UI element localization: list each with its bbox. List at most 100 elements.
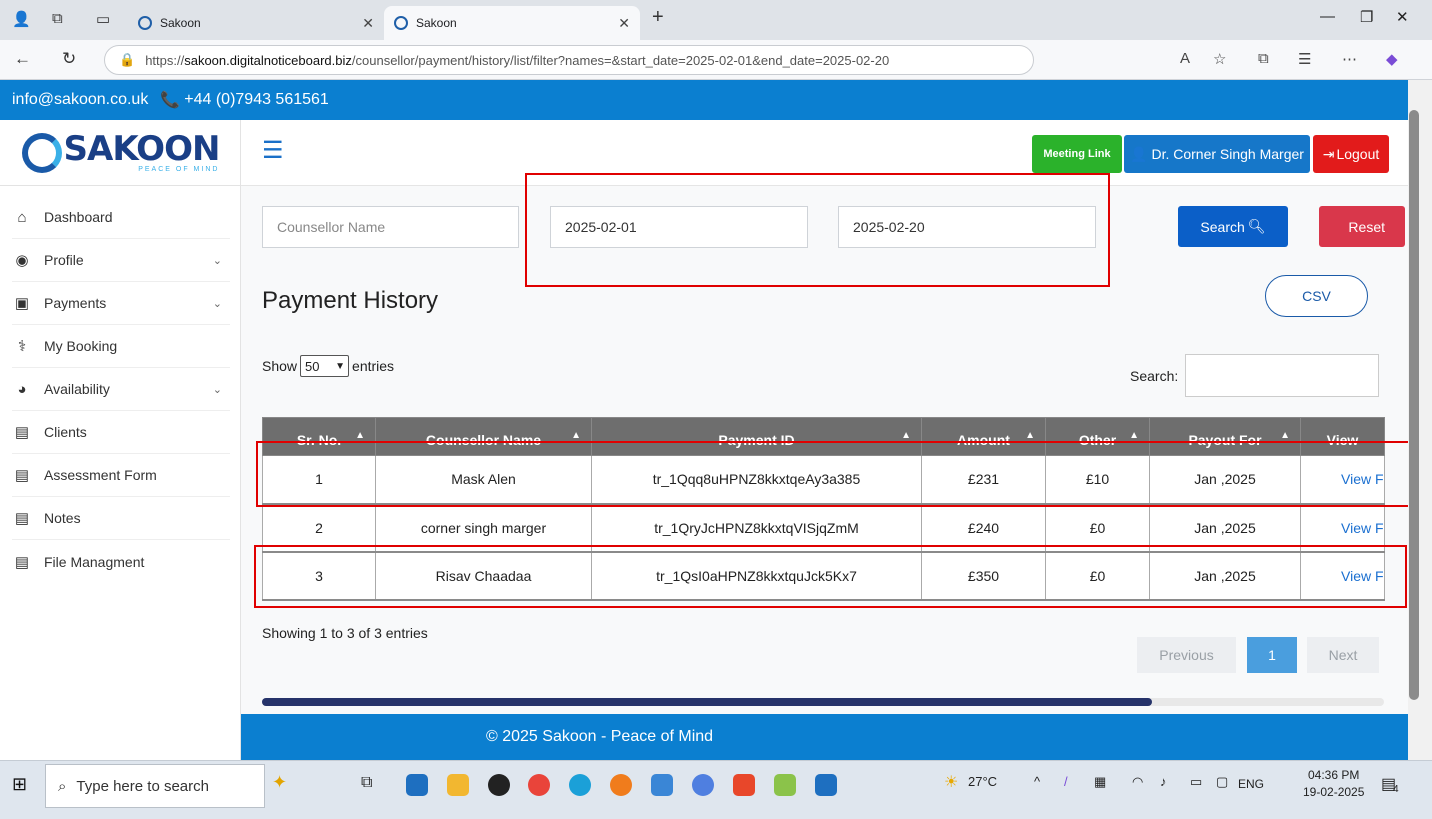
close-tab-icon[interactable]: ✕ (362, 15, 374, 32)
browser-tab-title: Sakoon (416, 16, 457, 30)
more-icon[interactable]: ⋯ (1342, 50, 1357, 68)
search-button[interactable]: Search 🔍︎ (1178, 206, 1288, 247)
app-icon[interactable] (488, 774, 510, 796)
end-date-input[interactable]: 2025-02-20 (838, 206, 1096, 248)
browser-tab-1[interactable]: Sakoon ✕ (128, 6, 384, 40)
clock-time: 04:36 PM (1308, 768, 1360, 782)
logout-button[interactable]: ⇥ Logout (1313, 135, 1389, 173)
taskbar-search-input[interactable]: ⌕ Type here to search (45, 764, 265, 808)
start-date-input[interactable]: 2025-02-01 (550, 206, 808, 248)
back-icon[interactable]: ← (14, 49, 31, 69)
favorites-icon[interactable]: ☰ (1298, 50, 1311, 68)
table-search-label: Search: (1130, 368, 1179, 384)
stethoscope-icon: ⚕ (17, 338, 27, 355)
view-link[interactable]: View F (1300, 551, 1385, 601)
close-window-icon[interactable]: ✕ (1396, 8, 1409, 26)
money-icon: ▣ (14, 295, 30, 312)
cell-sr-no: 2 (262, 503, 376, 553)
cell-sr-no: 1 (262, 455, 376, 505)
sidebar-item-availability[interactable]: ◕ Availability ⌄ (12, 368, 230, 411)
new-tab-icon[interactable]: + (652, 6, 664, 29)
pagination-next-button[interactable]: Next (1307, 637, 1379, 673)
sakoon-app-icon[interactable] (406, 774, 428, 796)
pagination-previous-button[interactable]: Previous (1137, 637, 1236, 673)
browser-tab-2[interactable]: Sakoon ✕ (384, 6, 640, 40)
column-header-sr-no[interactable]: Sr. No. ▲ (262, 417, 376, 456)
weather-icon[interactable]: ☀ (944, 772, 958, 792)
weather-temperature[interactable]: 27°C (968, 774, 997, 789)
favorite-star-icon[interactable]: ☆ (1213, 50, 1226, 68)
workspaces-icon[interactable]: ⧉ (52, 10, 63, 27)
cell-payment-id: tr_1QryJcHPNZ8kkxtqVISjqZmM (591, 503, 922, 553)
wifi-icon[interactable]: ◠ (1132, 774, 1143, 790)
tab-actions-icon[interactable]: ▭ (96, 10, 110, 28)
column-header-payment-id[interactable]: Payment ID ▲ (591, 417, 922, 456)
copilot-sparkle-icon[interactable]: ✦ (272, 772, 287, 793)
sidebar-item-notes[interactable]: ▤ Notes (12, 497, 230, 540)
chevron-up-icon[interactable]: ^ (1034, 774, 1040, 789)
column-header-other[interactable]: Other ▲ (1045, 417, 1150, 456)
contact-phone[interactable]: +44 (0)7943 561561 (184, 91, 329, 109)
column-header-counsellor-name[interactable]: Counsellor Name ▲ (375, 417, 592, 456)
firefox-icon[interactable] (610, 774, 632, 796)
brave-icon[interactable] (733, 774, 755, 796)
sort-icon: ▲ (901, 430, 911, 441)
restore-icon[interactable]: ❐ (1360, 8, 1373, 26)
hamburger-menu-icon[interactable]: ☰ (262, 136, 284, 165)
sidebar-item-my-booking[interactable]: ⚕ My Booking (12, 325, 230, 368)
page-vertical-scrollbar[interactable] (1408, 80, 1432, 760)
table-scroll-thumb[interactable] (262, 698, 1152, 706)
sakoon-app-icon[interactable] (815, 774, 837, 796)
column-header-payout-for[interactable]: Payout For ▲ (1149, 417, 1301, 456)
close-tab-icon[interactable]: ✕ (618, 15, 630, 32)
copilot-icon[interactable]: ◆ (1386, 50, 1398, 68)
sidebar-item-clients[interactable]: ▤ Clients (12, 411, 230, 454)
app-icon[interactable] (692, 774, 714, 796)
view-link[interactable]: View F (1300, 503, 1385, 553)
display-icon[interactable]: ▢ (1216, 774, 1228, 790)
read-aloud-icon[interactable]: A (1180, 50, 1190, 67)
logo[interactable]: SAKOON PEACE OF MIND (0, 120, 241, 186)
task-view-icon[interactable]: ⧉ (361, 774, 372, 792)
pen-icon[interactable]: / (1064, 774, 1068, 789)
column-header-view[interactable]: View (1300, 417, 1385, 456)
extensions-icon[interactable]: ⧉ (1258, 50, 1269, 67)
battery-icon[interactable]: ▭ (1190, 774, 1202, 790)
cell-payment-id: tr_1Qqq8uHPNZ8kkxtqeAy3a385 (591, 455, 922, 505)
meeting-link-button[interactable]: Meeting Link (1032, 135, 1122, 173)
entries-select[interactable]: 50 ▼ (300, 355, 350, 377)
app-icon[interactable] (651, 774, 673, 796)
refresh-icon[interactable]: ↻ (62, 49, 76, 69)
document-icon: ▤ (14, 510, 30, 527)
edge-icon[interactable] (569, 774, 591, 796)
page-scroll-thumb[interactable] (1409, 110, 1419, 700)
sidebar-item-file-managment[interactable]: ▤ File Managment (12, 540, 230, 583)
entries-select-value: 50 (305, 358, 320, 374)
taskbar-clock[interactable]: 04:36 PM 19-02-2025 (1303, 767, 1364, 801)
minimize-icon[interactable]: — (1320, 8, 1335, 25)
counsellor-name-input[interactable]: Counsellor Name (262, 206, 519, 248)
sidebar-item-profile[interactable]: ◉ Profile ⌄ (12, 239, 230, 282)
url-input[interactable]: 🔒 https://sakoon.digitalnoticeboard.biz /… (104, 45, 1034, 75)
network-icon[interactable]: ▦ (1094, 774, 1106, 790)
pagination-page-1[interactable]: 1 (1247, 637, 1297, 673)
chrome-icon[interactable] (528, 774, 550, 796)
reset-button[interactable]: Reset (1319, 206, 1405, 247)
user-profile-button[interactable]: 👤 Dr. Corner Singh Marger (1124, 135, 1310, 173)
notepad-icon[interactable] (774, 774, 796, 796)
language-indicator[interactable]: ENG (1238, 777, 1264, 791)
search-icon: ⌕ (58, 777, 67, 795)
view-link[interactable]: View F (1300, 455, 1385, 505)
volume-icon[interactable]: ♪ (1160, 774, 1167, 789)
file-explorer-icon[interactable] (447, 774, 469, 796)
chevron-down-icon: ⌄ (212, 254, 222, 267)
csv-export-button[interactable]: CSV (1265, 275, 1368, 317)
sidebar-item-dashboard[interactable]: ⌂ Dashboard (12, 196, 230, 239)
sidebar-item-assessment-form[interactable]: ▤ Assessment Form (12, 454, 230, 497)
windows-start-icon[interactable]: ⊞ (12, 774, 27, 795)
table-search-input[interactable] (1185, 354, 1379, 397)
profile-icon[interactable]: 👤 (12, 10, 31, 28)
column-header-amount[interactable]: Amount ▲ (921, 417, 1046, 456)
sidebar-item-payments[interactable]: ▣ Payments ⌄ (12, 282, 230, 325)
contact-email[interactable]: info@sakoon.co.uk (12, 91, 148, 109)
